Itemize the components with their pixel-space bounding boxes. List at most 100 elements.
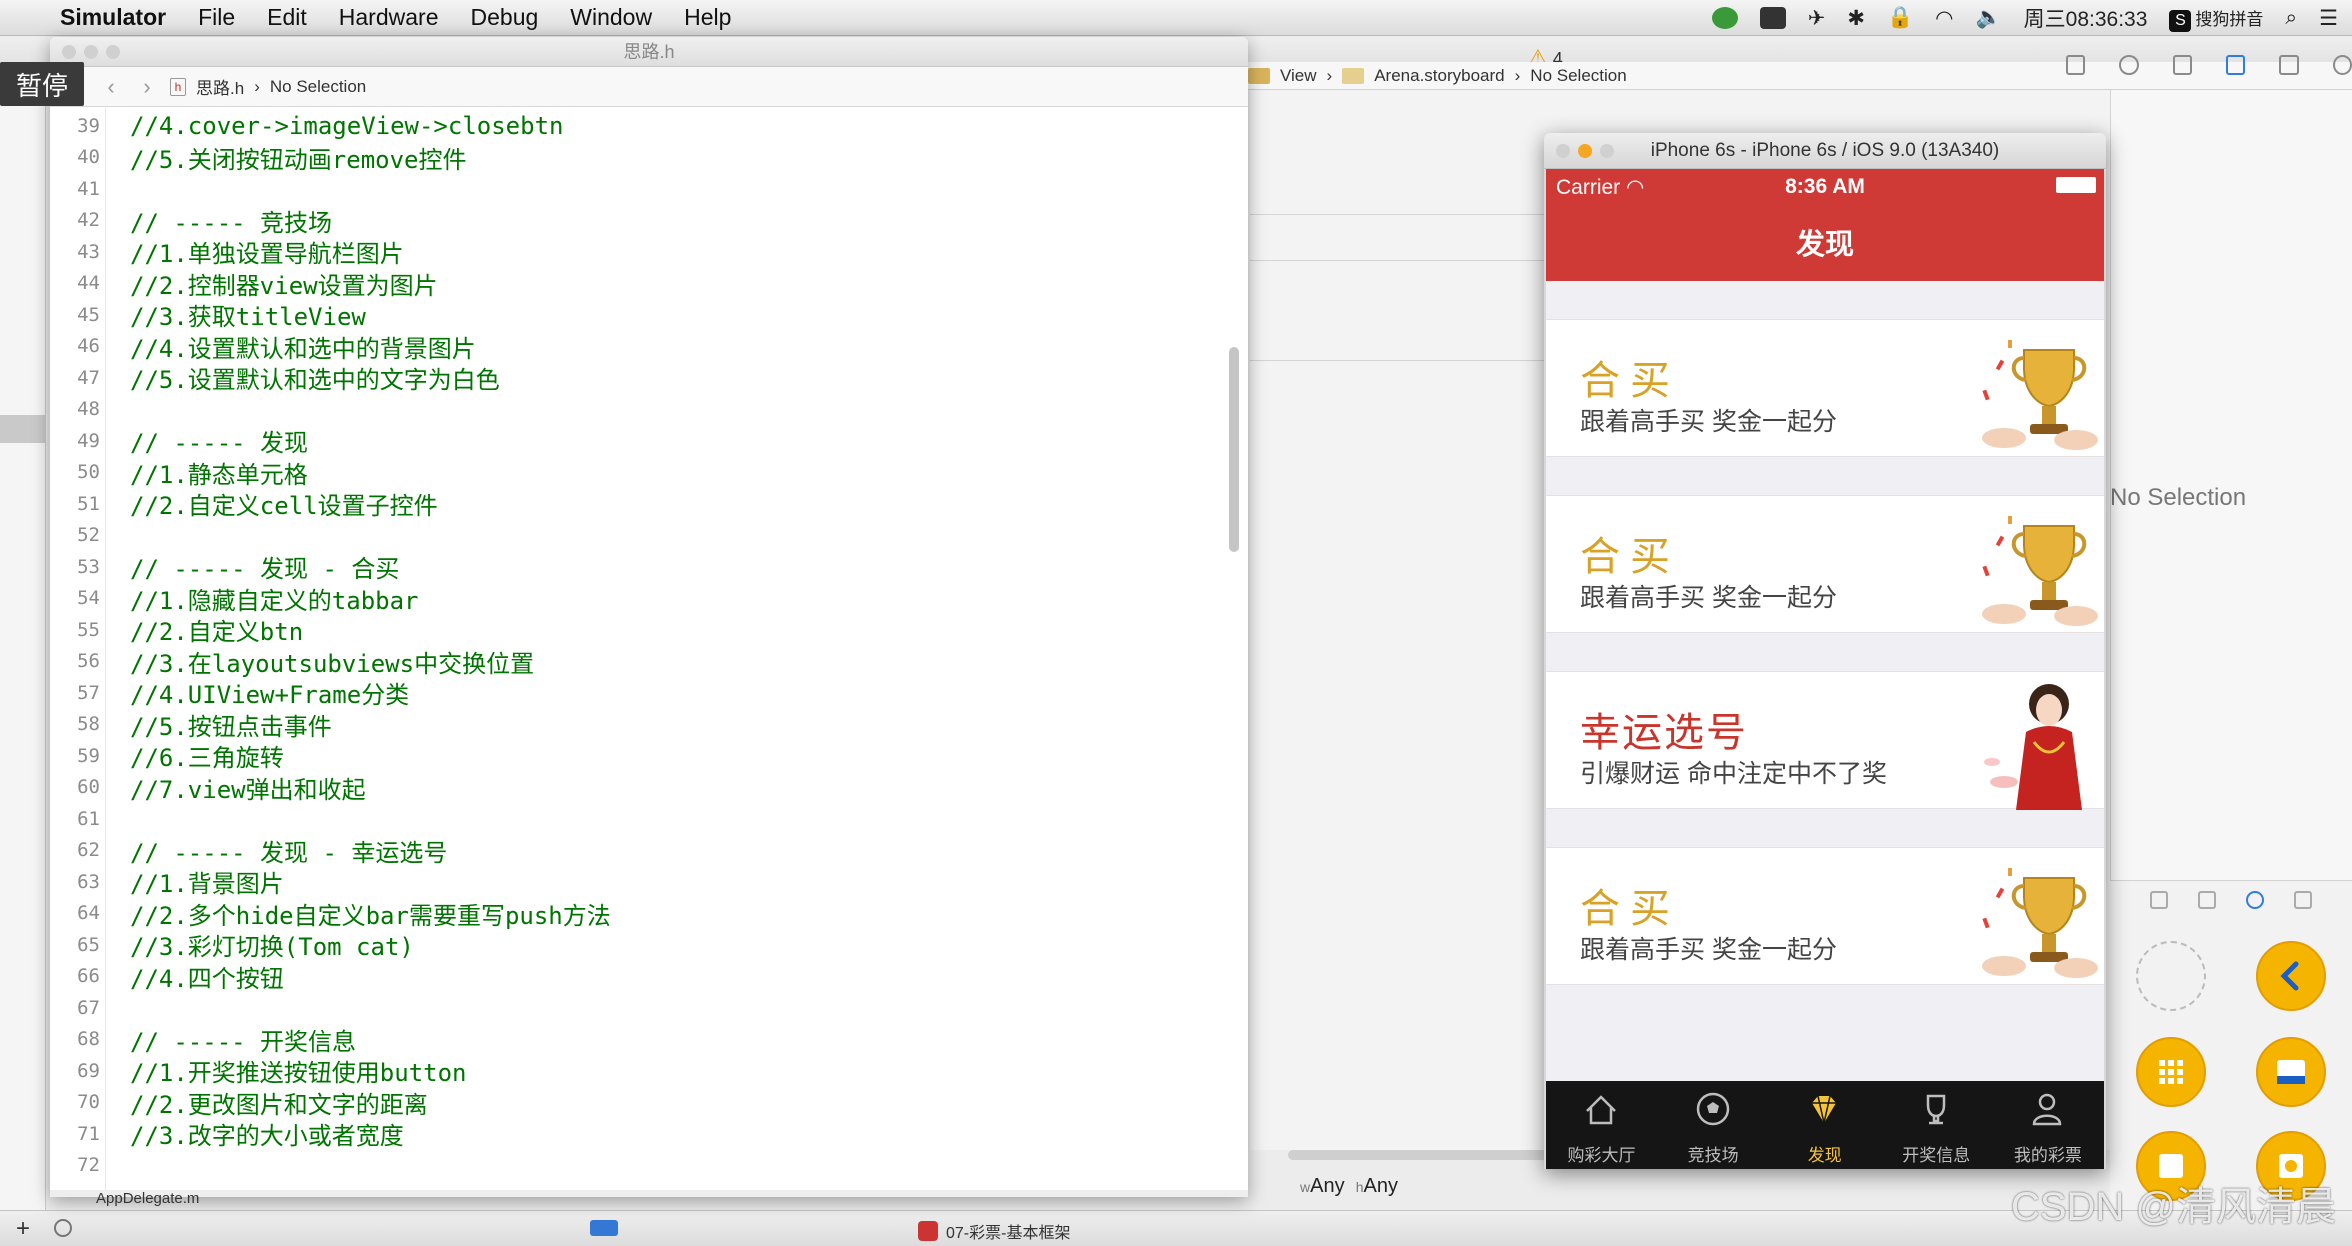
- code-line[interactable]: 44 //2.控制器view设置为图片: [50, 268, 1248, 300]
- jump-selection[interactable]: No Selection: [1530, 66, 1626, 86]
- breadcrumb-file[interactable]: 思路.h: [196, 74, 244, 99]
- code-line[interactable]: 64 //2.多个hide自定义bar需要重写push方法: [50, 898, 1248, 930]
- minimize-window-button[interactable]: [1578, 144, 1592, 158]
- code-line[interactable]: 70 //2.更改图片和文字的距离: [50, 1087, 1248, 1119]
- status-app-icon[interactable]: [1711, 7, 1738, 29]
- code-line[interactable]: 56 //3.在layoutsubviews中交换位置: [50, 646, 1248, 678]
- code-line[interactable]: 67: [50, 992, 1248, 1023]
- filter-icon[interactable]: [54, 1219, 72, 1237]
- editor-scrollbar[interactable]: [1229, 347, 1239, 552]
- code-line[interactable]: 53 // ----- 发现 - 合买: [50, 551, 1248, 583]
- discover-cell[interactable]: 幸运选号 引爆财运 命中注定中不了奖: [1546, 671, 2104, 810]
- code-line[interactable]: 68 // ----- 开奖信息: [50, 1024, 1248, 1056]
- object-library-icon[interactable]: [2246, 891, 2264, 909]
- code-line[interactable]: 41: [50, 173, 1248, 204]
- notification-center-icon[interactable]: ☰: [2319, 6, 2338, 31]
- code-line[interactable]: 46 //4.设置默认和选中的背景图片: [50, 331, 1248, 363]
- clock[interactable]: 周三08:36:33: [2024, 3, 2148, 33]
- library-tab-bar-controller[interactable]: [2256, 1037, 2326, 1107]
- code-snippet-icon[interactable]: [2198, 891, 2216, 909]
- camera-icon[interactable]: [1759, 7, 1786, 29]
- code-line[interactable]: 48: [50, 394, 1248, 425]
- scheme-selector[interactable]: 07-彩票-基本框架: [918, 1219, 1070, 1243]
- code-line[interactable]: 39 //4.cover->imageView->closebtn: [50, 110, 1248, 141]
- menu-file[interactable]: File: [182, 4, 251, 31]
- code-line[interactable]: 60 //7.view弹出和收起: [50, 772, 1248, 804]
- close-window-button[interactable]: [1556, 144, 1570, 158]
- code-line[interactable]: 42 // ----- 竞技场: [50, 205, 1248, 237]
- code-line[interactable]: 58 //5.按钮点击事件: [50, 709, 1248, 741]
- menu-help[interactable]: Help: [668, 4, 747, 31]
- forward-arrow-icon[interactable]: ›: [134, 74, 160, 100]
- code-line[interactable]: 59 //6.三角旋转: [50, 740, 1248, 772]
- code-line[interactable]: 51 //2.自定义cell设置子控件: [50, 488, 1248, 520]
- code-line[interactable]: 43 //1.单独设置导航栏图片: [50, 236, 1248, 268]
- code-area[interactable]: 39 //4.cover->imageView->closebtn 40 //5.关闭…: [50, 108, 1248, 1197]
- airplane-icon[interactable]: ✈: [1808, 6, 1826, 31]
- discover-cell[interactable]: 合买 跟着高手买 奖金一起分: [1546, 847, 2104, 985]
- library-navigation-controller[interactable]: [2256, 941, 2326, 1011]
- library-collection-view-controller[interactable]: [2136, 1037, 2206, 1107]
- code-line[interactable]: 65 //3.彩灯切换(Tom cat): [50, 929, 1248, 961]
- tab-user[interactable]: 我的彩票: [1992, 1081, 2103, 1169]
- canvas-scrollbar[interactable]: [1288, 1150, 1548, 1160]
- identity-inspector-icon[interactable]: [2172, 55, 2192, 75]
- attributes-inspector-icon[interactable]: [2225, 55, 2246, 75]
- discover-cell[interactable]: 合买 跟着高手买 奖金一起分: [1546, 319, 2104, 457]
- jump-storyboard[interactable]: Arena.storyboard: [1374, 66, 1504, 86]
- code-line[interactable]: 72: [50, 1150, 1248, 1181]
- menu-app-simulator[interactable]: Simulator: [44, 4, 182, 31]
- code-line[interactable]: 49 // ----- 发现: [50, 425, 1248, 457]
- pause-button[interactable]: 暂停: [0, 62, 84, 106]
- code-line[interactable]: 54 //1.隐藏自定义的tabbar: [50, 583, 1248, 615]
- code-line[interactable]: 57 //4.UIView+Frame分类: [50, 677, 1248, 709]
- menu-edit[interactable]: Edit: [251, 4, 323, 31]
- close-window-button[interactable]: [62, 45, 76, 59]
- wifi-icon[interactable]: ◠: [1935, 6, 1953, 31]
- code-line[interactable]: 52: [50, 520, 1248, 551]
- file-inspector-icon[interactable]: [2066, 55, 2086, 75]
- code-line[interactable]: 71 //3.改字的大小或者宽度: [50, 1118, 1248, 1150]
- quick-help-icon[interactable]: [2119, 55, 2139, 75]
- cell-subtitle: 引爆财运 命中注定中不了奖: [1580, 760, 1887, 788]
- menu-window[interactable]: Window: [554, 4, 668, 31]
- back-arrow-icon[interactable]: ‹: [98, 74, 124, 100]
- code-line[interactable]: 55 //2.自定义btn: [50, 614, 1248, 646]
- volume-icon[interactable]: 🔈: [1976, 6, 2002, 30]
- code-line[interactable]: 69 //1.开奖推送按钮使用button: [50, 1055, 1248, 1087]
- library-view-controller[interactable]: [2136, 941, 2206, 1011]
- ime-indicator[interactable]: S 搜狗拼音: [2169, 5, 2263, 32]
- code-line[interactable]: 45 //3.获取titleView: [50, 299, 1248, 331]
- menu-hardware[interactable]: Hardware: [323, 4, 455, 31]
- menu-debug[interactable]: Debug: [455, 4, 555, 31]
- breakpoints-toggle-icon[interactable]: [590, 1220, 618, 1236]
- lock-icon[interactable]: 🔒: [1887, 6, 1913, 30]
- connections-inspector-icon[interactable]: [2332, 55, 2352, 75]
- media-library-icon[interactable]: [2294, 891, 2312, 909]
- zoom-window-button[interactable]: [106, 45, 120, 59]
- jump-view[interactable]: View: [1280, 66, 1317, 86]
- navigator-file-appdelegate[interactable]: AppDelegate.m: [96, 1190, 199, 1207]
- navigator-selection[interactable]: [0, 415, 46, 443]
- minimize-window-button[interactable]: [84, 45, 98, 59]
- bluetooth-icon[interactable]: ✱: [1847, 6, 1865, 31]
- size-class-control[interactable]: wAny hAny: [1300, 1175, 1398, 1198]
- code-line[interactable]: 40 //5.关闭按钮动画remove控件: [50, 142, 1248, 174]
- code-line[interactable]: 63 //1.背景图片: [50, 866, 1248, 898]
- add-icon[interactable]: +: [16, 1215, 30, 1243]
- tab-soccer-ball[interactable]: 竞技场: [1658, 1081, 1769, 1169]
- file-template-icon[interactable]: [2150, 891, 2168, 909]
- spotlight-search-icon[interactable]: ⌕: [2285, 6, 2297, 30]
- code-line[interactable]: 50 //1.静态单元格: [50, 457, 1248, 489]
- code-line[interactable]: 61: [50, 803, 1248, 834]
- discover-cell[interactable]: 合买 跟着高手买 奖金一起分: [1546, 495, 2104, 633]
- tab-home[interactable]: 购彩大厅: [1546, 1081, 1657, 1169]
- tab-trophy[interactable]: 开奖信息: [1881, 1081, 1992, 1169]
- size-inspector-icon[interactable]: [2279, 55, 2299, 75]
- code-line[interactable]: 47 //5.设置默认和选中的文字为白色: [50, 362, 1248, 394]
- breadcrumb-selection[interactable]: No Selection: [270, 77, 366, 97]
- tab-diamond[interactable]: 发现: [1769, 1081, 1880, 1169]
- zoom-window-button[interactable]: [1600, 144, 1614, 158]
- code-line[interactable]: 66 //4.四个按钮: [50, 961, 1248, 993]
- code-line[interactable]: 62 // ----- 发现 - 幸运选号: [50, 835, 1248, 867]
